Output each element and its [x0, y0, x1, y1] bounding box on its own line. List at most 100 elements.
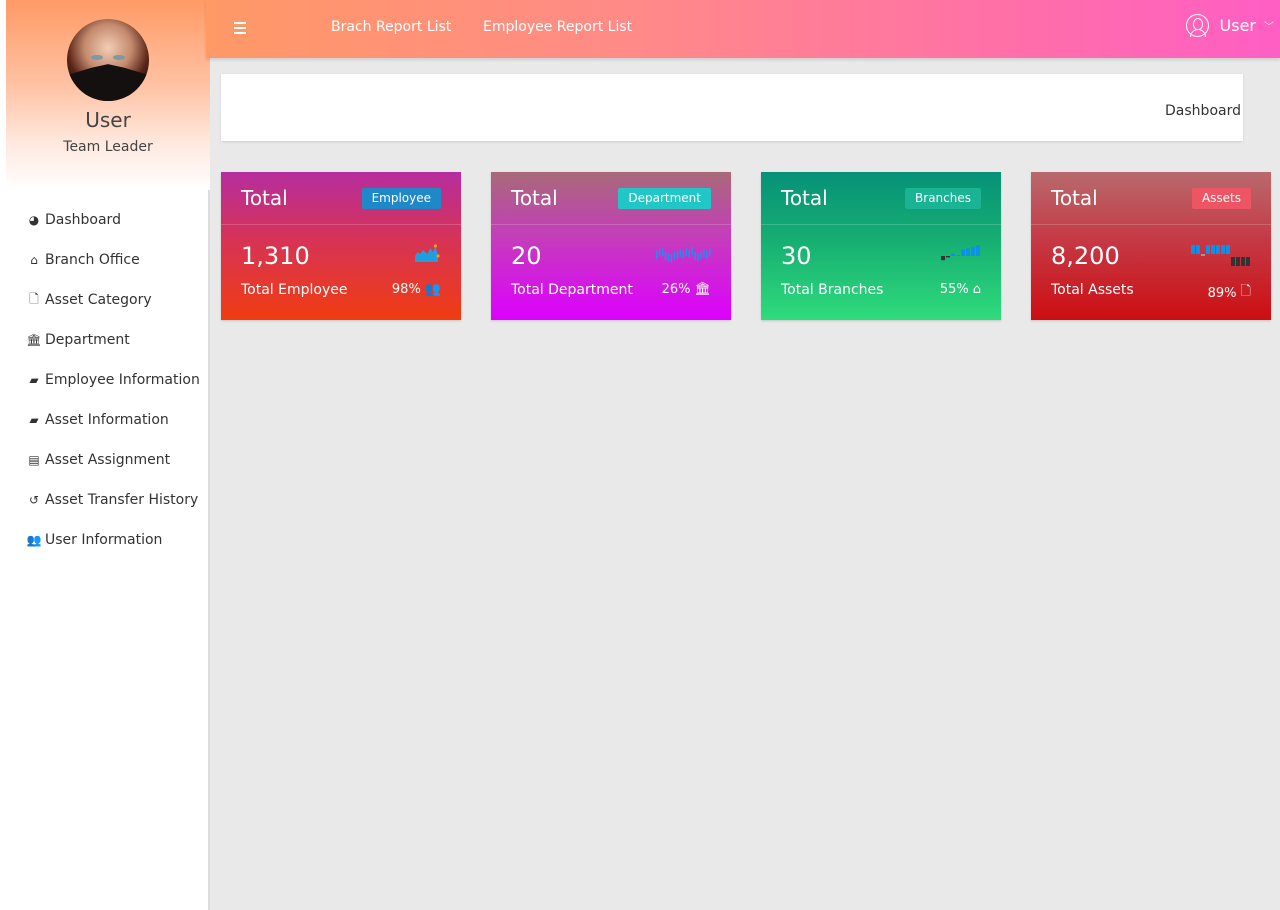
card-sparkline — [941, 245, 980, 261]
card-label: Total Assets — [1051, 282, 1134, 298]
topbar: Brach Report List Employee Report List U… — [206, 0, 1280, 58]
card-sparkline — [656, 247, 711, 263]
card-title: Total — [1051, 186, 1098, 210]
sparkline-bar — [688, 249, 690, 258]
card-divider — [221, 224, 461, 225]
sidebar-item-department[interactable]: 🏛 Department — [0, 320, 208, 360]
sparkline-bar — [946, 256, 950, 258]
bank-icon: 🏛 — [694, 282, 711, 297]
avatar[interactable] — [67, 19, 149, 101]
sidebar-item-label: Branch Office — [45, 252, 140, 268]
sparkline-area — [415, 246, 438, 262]
sparkline-bar — [941, 256, 945, 261]
file-zip-icon: 🗋 — [1240, 284, 1251, 299]
card-percent: 98% 👥 — [392, 282, 441, 297]
nav-link-employee-report-list[interactable]: Employee Report List — [483, 19, 632, 35]
card-label: Total Employee — [241, 282, 348, 298]
sparkline-bar — [971, 247, 975, 256]
sparkline-bar — [1206, 245, 1210, 254]
card-badge: Employee — [361, 188, 441, 209]
card-badge: Assets — [1191, 188, 1251, 209]
profile-role: Team Leader — [63, 139, 153, 155]
sparkline-bar — [961, 249, 965, 256]
sidebar-item-label: Department — [45, 332, 130, 348]
sparkline-bar — [966, 248, 970, 256]
sidebar-menu: ◕ Dashboard ⌂ Branch Office 🗋 Asset Categor… — [0, 200, 208, 560]
sparkline-max-point — [433, 244, 438, 248]
sparkline-bar — [670, 254, 673, 263]
card-percent-value: 98% — [391, 282, 421, 297]
users-icon: 👥 — [26, 533, 42, 547]
sparkline-bar — [667, 253, 670, 262]
sparkline-bar — [1241, 257, 1245, 266]
sidebar-item-asset-assignment[interactable]: ▤ Asset Assignment — [0, 440, 208, 480]
sidebar-item-asset-category[interactable]: 🗋 Asset Category — [0, 280, 208, 320]
sparkline-bar — [1201, 254, 1205, 256]
sparkline-bar — [1236, 257, 1240, 266]
card-sparkline — [1191, 245, 1250, 266]
sparkline-bar — [697, 253, 699, 262]
sparkline-bar — [956, 255, 960, 256]
card-title: Total — [241, 186, 288, 210]
sidebar-item-label: User Information — [45, 532, 163, 548]
sparkline-bar — [706, 250, 708, 259]
sidebar-item-user-information[interactable]: 👥 User Information — [0, 520, 208, 560]
card-divider — [491, 224, 731, 225]
user-menu[interactable]: User ﹀ — [1185, 14, 1274, 37]
sidebar-item-label: Asset Category — [45, 292, 152, 308]
sparkline-bar — [664, 252, 667, 260]
card-title: Total — [511, 186, 558, 210]
sparkline-bar — [703, 249, 705, 258]
sparkline-bar — [656, 250, 658, 259]
hamburger-icon[interactable] — [234, 22, 246, 34]
card-sparkline — [415, 244, 440, 262]
nav-link-branch-report-list[interactable]: Brach Report List — [331, 19, 451, 35]
stat-card-branches[interactable]: Total Branches 30 Total Branches 55% ⌂ — [761, 172, 1001, 320]
stat-card-department[interactable]: Total Department 20 Total Department 26%… — [491, 172, 731, 320]
card-percent: 26% 🏛 — [662, 282, 711, 297]
user-circle-icon — [1185, 14, 1209, 37]
sparkline-bar — [1211, 245, 1215, 254]
breadcrumb-current: Dashboard — [1165, 103, 1241, 119]
dashboard-icon: ◕ — [28, 213, 40, 227]
sparkline-bar — [1191, 245, 1195, 254]
sidebar-item-dashboard[interactable]: ◕ Dashboard — [0, 200, 208, 240]
sparkline-bar — [1221, 245, 1225, 254]
card-label: Total Branches — [781, 282, 884, 298]
card-value: 1,310 — [241, 242, 310, 270]
sidebar-item-employee-information[interactable]: ▰ Employee Information — [0, 360, 208, 400]
sparkline-bar — [1216, 245, 1220, 254]
breadcrumb-panel: Dashboard — [221, 74, 1243, 141]
card-percent-value: 26% — [661, 282, 691, 297]
bank-icon: 🏛 — [26, 333, 42, 347]
sidebar-item-asset-transfer-history[interactable]: ↺ Asset Transfer History — [0, 480, 208, 520]
sidebar-item-branch-office[interactable]: ⌂ Branch Office — [0, 240, 208, 280]
card-value: 8,200 — [1051, 242, 1120, 270]
history-icon: ↺ — [28, 493, 40, 507]
sparkline-bar — [709, 248, 711, 257]
stat-card-employee[interactable]: Total Employee 1,310 Total Employee 98% 👥 — [221, 172, 461, 320]
card-title: Total — [781, 186, 828, 210]
stat-card-assets[interactable]: Total Assets 8,200 Total Assets 89% 🗋 — [1031, 172, 1271, 320]
card-value: 30 — [781, 242, 812, 270]
avatar-eye — [113, 55, 125, 61]
sidebar-item-label: Employee Information — [45, 372, 200, 388]
home-icon: ⌂ — [30, 253, 38, 267]
home-icon: ⌂ — [972, 282, 981, 297]
list-alt-icon: ▤ — [28, 453, 40, 467]
sidebar-item-asset-information[interactable]: ▰ Asset Information — [0, 400, 208, 440]
sparkline-bar — [661, 248, 664, 257]
folder-open-icon: ▰ — [29, 413, 39, 427]
sparkline-bar — [694, 252, 696, 260]
card-percent: 89% 🗋 — [1208, 282, 1251, 304]
sidebar-item-label: Dashboard — [45, 212, 121, 228]
profile-panel: User Team Leader — [6, 0, 210, 190]
sidebar-item-label: Asset Transfer History — [45, 492, 199, 508]
users-icon: 👥 — [424, 282, 441, 297]
card-badge: Department — [618, 188, 711, 209]
sidebar: User Team Leader ◕ Dashboard ⌂ Branch Offi… — [0, 0, 210, 910]
sparkline-bar — [1226, 245, 1230, 254]
card-percent-value: 89% — [1207, 285, 1237, 301]
sparkline-bar — [679, 249, 682, 258]
file-zip-icon: 🗋 — [29, 291, 39, 306]
